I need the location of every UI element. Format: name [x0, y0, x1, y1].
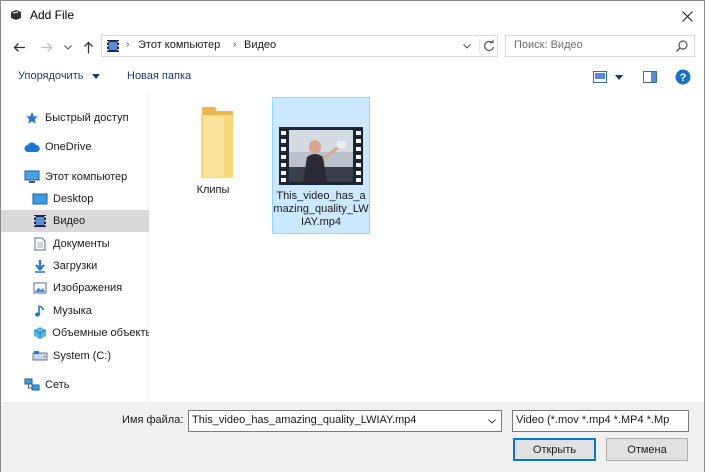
refresh-button[interactable] — [479, 39, 495, 53]
sidebar-item-label: Видео — [53, 215, 86, 227]
title-bar: Add File — [1, 1, 704, 31]
app-icon — [11, 10, 21, 20]
computer-icon — [24, 169, 40, 185]
sidebar-item-network[interactable]: Сеть — [1, 374, 149, 396]
file-dialog: Add File › Этот компьютер › Видео Поиск:… — [0, 0, 705, 472]
organize-label: Упорядочить — [18, 70, 84, 82]
breadcrumb-separator-icon[interactable]: › — [126, 39, 129, 50]
cancel-label: Отмена — [627, 443, 667, 456]
arrow-up-icon — [83, 41, 93, 53]
address-bar[interactable]: › Этот компьютер › Видео — [101, 35, 498, 57]
sidebar-item-this-pc[interactable]: Этот компьютер — [1, 166, 149, 188]
search-input[interactable]: Поиск: Видео — [505, 35, 695, 57]
3d-objects-icon — [32, 325, 47, 341]
chevron-down-icon[interactable] — [486, 415, 498, 427]
pictures-icon — [32, 280, 48, 296]
close-icon — [681, 10, 693, 22]
sidebar-item-documents[interactable]: Документы — [1, 233, 149, 255]
help-button[interactable]: ? — [674, 68, 692, 86]
network-icon — [24, 377, 40, 393]
file-type-value: Video (*.mov *.mp4 *.MP4 *.Mp — [516, 414, 670, 426]
cloud-icon — [24, 139, 40, 155]
video-folder-icon — [32, 213, 48, 229]
file-type-filter[interactable]: Video (*.mov *.mp4 *.MP4 *.Mp — [512, 410, 689, 432]
sidebar-item-label: Быстрый доступ — [45, 112, 129, 124]
new-folder-button[interactable]: Новая папка — [127, 70, 191, 82]
sidebar-item-system-drive[interactable]: System (C:) — [1, 345, 149, 367]
sidebar-item-label: OneDrive — [45, 141, 92, 153]
breadcrumb-separator-icon[interactable]: › — [233, 39, 236, 50]
breadcrumb-videos[interactable]: Видео — [244, 39, 276, 51]
sidebar-item-label: Этот компьютер — [45, 171, 128, 183]
documents-icon — [32, 236, 48, 252]
window-title: Add File — [30, 8, 75, 22]
filename-field[interactable]: This_video_has_amazing_quality_LWIAY.mp4 — [188, 410, 502, 432]
sidebar-item-desktop[interactable]: Desktop — [1, 188, 149, 210]
filename-label: Имя файла: — [122, 414, 184, 426]
sidebar-item-label: Desktop — [53, 193, 94, 205]
change-view-button[interactable] — [591, 68, 609, 86]
video-folder-icon — [107, 40, 119, 52]
navigation-pane: Быстрый доступ OneDrive Этот компьютер D… — [1, 92, 149, 401]
view-options-button[interactable] — [613, 68, 625, 86]
open-label: Открыть — [532, 443, 577, 456]
video-thumbnail — [279, 127, 363, 185]
search-placeholder: Поиск: Видео — [514, 39, 583, 51]
view-icon — [593, 71, 607, 83]
sidebar-item-label: Загрузки — [53, 260, 98, 272]
chevron-down-icon[interactable] — [460, 39, 474, 53]
folder-icon — [201, 107, 233, 178]
drive-icon — [32, 348, 48, 364]
file-name: Клипы — [196, 184, 230, 196]
preview-pane-icon — [643, 71, 657, 83]
sidebar-item-music[interactable]: Музыка — [1, 300, 149, 322]
svg-text:?: ? — [680, 72, 687, 84]
command-bar: Упорядочить Новая папка ? — [1, 63, 704, 91]
sidebar-item-pictures[interactable]: Изображения — [1, 277, 149, 299]
help-icon: ? — [675, 69, 691, 85]
desktop-icon — [32, 191, 48, 207]
breadcrumb-this-pc[interactable]: Этот компьютер — [138, 39, 220, 51]
sidebar-item-onedrive[interactable]: OneDrive — [1, 136, 149, 158]
music-icon — [32, 303, 48, 319]
address-row: › Этот компьютер › Видео Поиск: Видео — [1, 31, 704, 63]
file-item-folder[interactable]: Клипы — [164, 100, 262, 204]
sidebar-item-label: Изображения — [53, 282, 123, 294]
recent-locations-button[interactable] — [61, 38, 75, 56]
sidebar-item-quick-access[interactable]: Быстрый доступ — [1, 107, 149, 129]
file-list: Клипы This_video_has_amazing_quality_LWI… — [150, 92, 704, 401]
organize-button[interactable]: Упорядочить — [18, 70, 100, 82]
sidebar-item-label: Музыка — [53, 305, 92, 317]
star-icon — [24, 110, 40, 126]
sidebar-item-3d-objects[interactable]: Объемные объекты — [1, 322, 149, 344]
dropdown-arrow-icon — [91, 73, 100, 79]
sidebar-item-label: Сеть — [45, 379, 70, 391]
filename-value: This_video_has_amazing_quality_LWIAY.mp4 — [192, 414, 417, 426]
dialog-footer: Имя файла: This_video_has_amazing_qualit… — [1, 402, 704, 472]
back-button[interactable] — [10, 38, 28, 56]
sidebar-item-label: Объемные объекты — [52, 327, 149, 339]
close-button[interactable] — [670, 1, 704, 31]
preview-pane-button[interactable] — [641, 68, 659, 86]
search-icon — [676, 40, 688, 52]
sidebar-item-label: System (C:) — [53, 350, 112, 362]
forward-button[interactable] — [37, 38, 55, 56]
sidebar-item-videos[interactable]: Видео — [1, 210, 149, 232]
open-button[interactable]: Открыть — [513, 438, 596, 461]
refresh-icon — [484, 39, 495, 51]
chevron-down-icon — [64, 44, 72, 50]
arrow-left-icon — [13, 42, 25, 52]
cancel-button[interactable]: Отмена — [606, 438, 688, 461]
file-item-video[interactable]: This_video_has_amazing_quality_LWIAY.mp4 — [272, 97, 370, 234]
up-button[interactable] — [80, 38, 96, 56]
arrow-right-icon — [40, 42, 52, 52]
downloads-icon — [32, 258, 48, 274]
sidebar-item-label: Документы — [53, 238, 110, 250]
sidebar-item-downloads[interactable]: Загрузки — [1, 255, 149, 277]
dropdown-arrow-icon — [615, 74, 623, 80]
file-name: This_video_has_amazing_quality_LWIAY.mp4 — [273, 190, 369, 228]
